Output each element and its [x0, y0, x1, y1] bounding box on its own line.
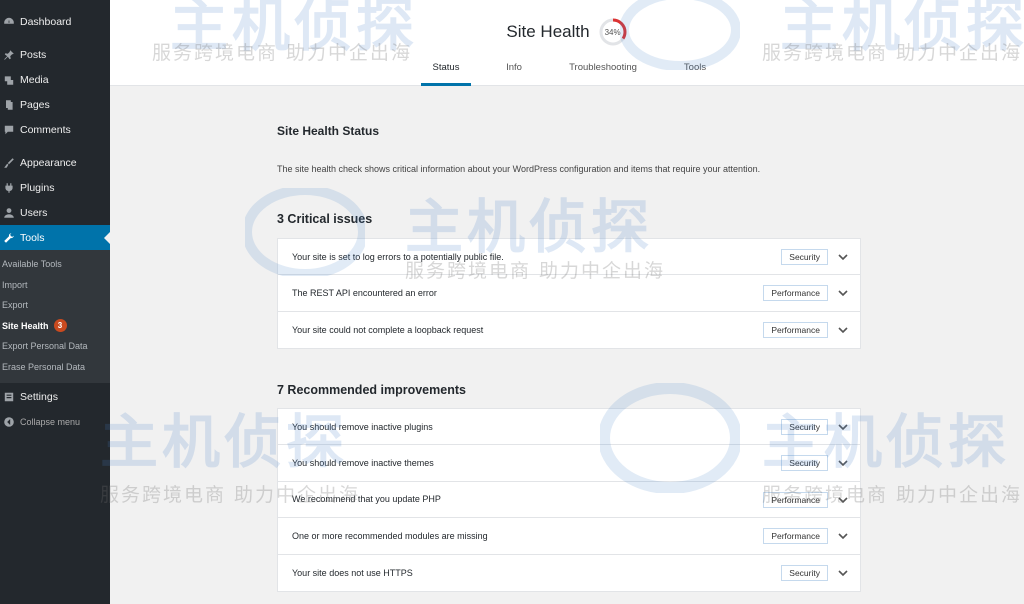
- sidebar-item-label: Users: [20, 206, 48, 219]
- recommended-improvements-list: You should remove inactive plugins Secur…: [277, 408, 861, 592]
- issue-row[interactable]: You should remove inactive plugins Secur…: [278, 409, 860, 446]
- users-icon: [2, 206, 16, 220]
- issue-row[interactable]: Your site could not complete a loopback …: [278, 312, 860, 348]
- collapse-label: Collapse menu: [20, 416, 81, 427]
- issue-text: Your site is set to log errors to a pote…: [292, 251, 504, 262]
- page-title: Site Health: [506, 22, 590, 41]
- tab-status[interactable]: Status: [421, 56, 471, 86]
- critical-issues-list: Your site is set to log errors to a pote…: [277, 238, 861, 350]
- issue-row[interactable]: One or more recommended modules are miss…: [278, 518, 860, 555]
- tab-info[interactable]: Info: [500, 56, 528, 86]
- pin-icon: [2, 48, 16, 62]
- settings-icon: [2, 390, 16, 404]
- collapse-icon: [2, 415, 16, 429]
- media-icon: [2, 73, 16, 87]
- sidebar-item-label: Plugins: [20, 181, 55, 194]
- sidebar-item-label: Pages: [20, 98, 50, 111]
- category-badge: Performance: [763, 321, 828, 338]
- submenu-label: Site Health: [2, 320, 49, 331]
- submenu-import[interactable]: Import: [0, 275, 110, 296]
- chevron-down-icon[interactable]: [836, 323, 850, 337]
- sidebar-item-label: Dashboard: [20, 15, 72, 28]
- submenu-site-health[interactable]: Site Health 3: [0, 316, 110, 337]
- issue-row[interactable]: We recommend that you update PHP Perform…: [278, 482, 860, 519]
- tab-tools[interactable]: Tools: [679, 56, 711, 86]
- chevron-down-icon[interactable]: [836, 420, 850, 434]
- sidebar-item-label: Settings: [20, 390, 58, 403]
- category-badge: Security: [781, 419, 828, 435]
- sidebar-item-plugins[interactable]: Plugins: [0, 175, 110, 200]
- sidebar-item-label: Appearance: [20, 156, 77, 169]
- submenu-erase-personal-data[interactable]: Erase Personal Data: [0, 357, 110, 378]
- chevron-down-icon[interactable]: [836, 566, 850, 580]
- wrench-icon: [2, 231, 16, 245]
- category-badge: Security: [781, 455, 828, 472]
- submenu-available-tools[interactable]: Available Tools: [0, 254, 110, 275]
- sidebar-item-tools[interactable]: Tools: [0, 225, 110, 250]
- dashboard-icon: [2, 15, 16, 29]
- sidebar-item-users[interactable]: Users: [0, 200, 110, 225]
- tools-submenu: Available Tools Import Export Site Healt…: [0, 250, 110, 383]
- category-badge: Security: [781, 564, 828, 581]
- chevron-down-icon[interactable]: [836, 529, 850, 543]
- chevron-down-icon[interactable]: [836, 456, 850, 470]
- category-badge: Performance: [763, 528, 828, 545]
- comments-icon: [2, 123, 16, 137]
- health-score-progress: 34%: [598, 17, 628, 47]
- critical-issues-title: 3 Critical issues: [277, 212, 373, 226]
- category-badge: Performance: [763, 285, 828, 302]
- chevron-down-icon[interactable]: [836, 286, 850, 300]
- issue-row[interactable]: The REST API encountered an error Perfor…: [278, 275, 860, 312]
- collapse-menu-button[interactable]: Collapse menu: [0, 409, 110, 434]
- issue-row[interactable]: Your site is set to log errors to a pote…: [278, 239, 860, 276]
- category-badge: Security: [781, 249, 828, 265]
- sidebar-item-label: Comments: [20, 123, 71, 136]
- issue-row[interactable]: You should remove inactive themes Securi…: [278, 445, 860, 482]
- submenu-export[interactable]: Export: [0, 295, 110, 316]
- brush-icon: [2, 156, 16, 170]
- pages-icon: [2, 98, 16, 112]
- issue-text: The REST API encountered an error: [292, 288, 437, 299]
- issue-text: One or more recommended modules are miss…: [292, 530, 488, 541]
- issue-text: Your site could not complete a loopback …: [292, 324, 484, 335]
- issue-row[interactable]: Your site does not use HTTPS Security: [278, 555, 860, 591]
- issue-text: You should remove inactive plugins: [292, 421, 433, 432]
- health-score-label: 34%: [604, 27, 621, 37]
- sidebar-item-label: Posts: [20, 48, 47, 61]
- tab-troubleshooting[interactable]: Troubleshooting: [563, 56, 643, 86]
- sidebar-item-media[interactable]: Media: [0, 67, 110, 92]
- tab-bar: Status Info Troubleshooting Tools: [110, 56, 1024, 86]
- sidebar-item-comments[interactable]: Comments: [0, 117, 110, 142]
- category-badge: Performance: [763, 491, 828, 508]
- sidebar-item-label: Media: [20, 73, 49, 86]
- issue-text: We recommend that you update PHP: [292, 494, 441, 505]
- admin-sidebar: Dashboard Posts Media Pages Comments App…: [0, 0, 110, 604]
- plugin-icon: [2, 181, 16, 195]
- section-description: The site health check shows critical inf…: [277, 164, 761, 174]
- site-health-header: Site Health 34% Status Info Troubleshoot…: [110, 0, 1024, 86]
- count-badge: 3: [53, 319, 67, 333]
- chevron-down-icon[interactable]: [836, 250, 850, 264]
- recommended-improvements-title: 7 Recommended improvements: [277, 383, 466, 397]
- issue-text: You should remove inactive themes: [292, 458, 434, 469]
- sidebar-item-appearance[interactable]: Appearance: [0, 150, 110, 175]
- issue-text: Your site does not use HTTPS: [292, 567, 413, 578]
- title-wrap: Site Health 34%: [110, 17, 1024, 47]
- sidebar-item-settings[interactable]: Settings: [0, 384, 110, 409]
- sidebar-item-dashboard[interactable]: Dashboard: [0, 9, 110, 34]
- sidebar-item-label: Tools: [20, 231, 45, 244]
- sidebar-item-posts[interactable]: Posts: [0, 42, 110, 67]
- chevron-down-icon[interactable]: [836, 493, 850, 507]
- section-title: Site Health Status: [277, 124, 380, 138]
- sidebar-item-pages[interactable]: Pages: [0, 92, 110, 117]
- submenu-export-personal-data[interactable]: Export Personal Data: [0, 336, 110, 357]
